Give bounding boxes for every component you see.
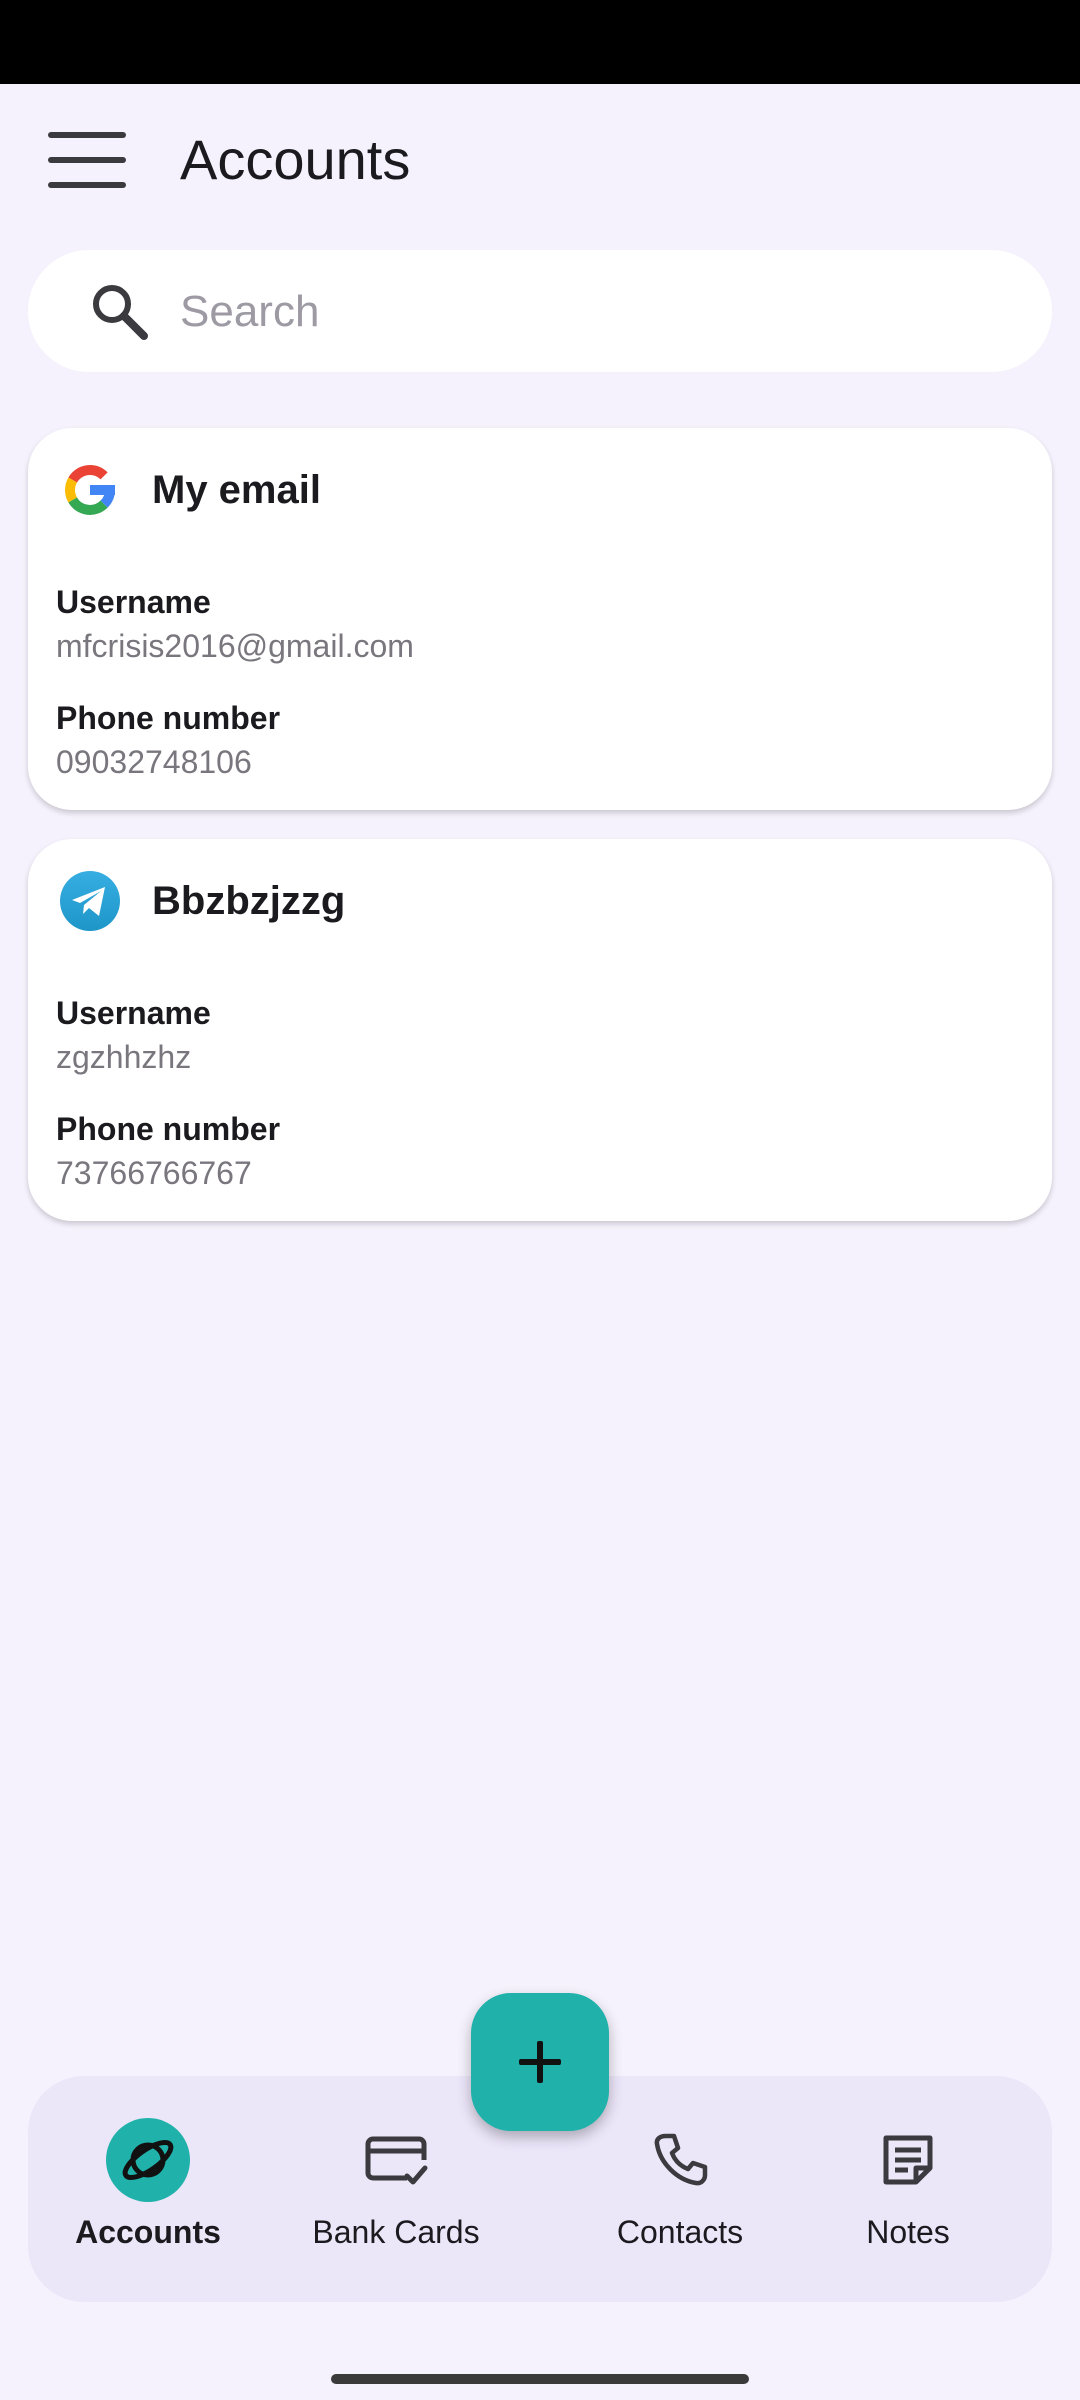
nav-label-bank-cards: Bank Cards — [312, 2214, 480, 2250]
nav-label-contacts: Contacts — [616, 2214, 744, 2250]
phone-number-label: Phone number — [56, 1111, 281, 1147]
plus-icon — [519, 2041, 561, 2083]
phone-number-value: 73766766767 — [56, 1155, 252, 1191]
account-card[interactable]: My email Username mfcrisis2016@gmail.com… — [28, 428, 1052, 810]
account-name: My email — [152, 468, 321, 512]
username-value: zgzhhzhz — [56, 1039, 192, 1075]
planet-icon — [122, 2139, 174, 2181]
hamburger-menu-icon — [48, 132, 126, 188]
account-card[interactable]: Bbzbzjzzg Username zgzhhzhz Phone number… — [28, 839, 1052, 1221]
google-icon — [65, 465, 115, 515]
username-label: Username — [56, 995, 211, 1031]
search-icon — [93, 285, 148, 340]
page-title: Accounts — [180, 128, 411, 191]
nav-item-accounts[interactable]: Accounts — [36, 2076, 260, 2302]
nav-icon-container — [638, 2118, 722, 2202]
add-account-button[interactable] — [471, 1993, 609, 2131]
nav-icon-container — [354, 2118, 438, 2202]
menu-button[interactable] — [28, 112, 148, 208]
phone-number-label: Phone number — [56, 700, 281, 736]
phone-icon — [654, 2133, 708, 2186]
status-bar — [0, 0, 1080, 84]
home-indicator[interactable] — [331, 2374, 749, 2384]
app-bar: Accounts — [0, 84, 1080, 224]
account-name: Bbzbzjzzg — [152, 879, 346, 923]
nav-item-notes[interactable]: Notes — [796, 2076, 1020, 2302]
search-input[interactable] — [178, 250, 1022, 374]
nav-item-bank-cards[interactable]: Bank Cards — [284, 2076, 508, 2302]
username-value: mfcrisis2016@gmail.com — [56, 628, 414, 664]
username-label: Username — [56, 584, 211, 620]
nav-label-notes: Notes — [866, 2214, 950, 2250]
phone-number-value: 09032748106 — [56, 744, 252, 780]
nav-icon-container — [866, 2118, 950, 2202]
nav-label-accounts: Accounts — [75, 2214, 221, 2250]
search-bar[interactable] — [28, 250, 1052, 374]
note-icon — [883, 2135, 933, 2185]
telegram-icon — [60, 871, 120, 931]
nav-icon-container — [106, 2118, 190, 2202]
credit-card-check-icon — [365, 2136, 428, 2185]
